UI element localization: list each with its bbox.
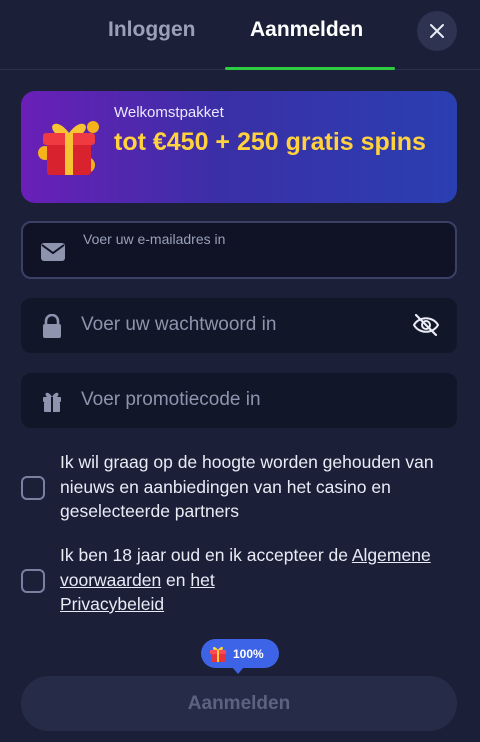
gift-icon (43, 392, 61, 412)
terms-and: en (161, 569, 191, 590)
active-tab-indicator (225, 67, 395, 70)
terms-prefix: Ik ben 18 jaar oud en ik accepteer de (60, 545, 352, 565)
progress-badge: 100% (201, 639, 279, 674)
gift-box-icon (38, 121, 99, 175)
envelope-icon (41, 243, 65, 261)
password-placeholder: Voer uw wachtwoord in (81, 314, 277, 335)
welcome-bonus-banner: Welkomstpakket tot €450 + 250 gratis spi… (21, 91, 457, 203)
privacy-link-part2: Privacybeleid (60, 594, 165, 614)
privacy-link-part1: het (190, 569, 215, 590)
progress-value: 100% (233, 646, 264, 661)
register-submit-button[interactable]: Aanmelden (21, 676, 457, 731)
tab-login[interactable]: Inloggen (108, 18, 196, 42)
close-icon (430, 24, 444, 38)
tab-register[interactable]: Aanmelden (250, 18, 363, 42)
terms-checkbox[interactable] (21, 569, 45, 593)
email-field[interactable]: Voer uw e-mailadres in (21, 221, 457, 279)
promo-placeholder: Voer promotiecode in (81, 389, 261, 410)
banner-offer: tot €450 + 250 gratis spins (114, 128, 426, 156)
newsletter-checkbox[interactable] (21, 476, 45, 500)
auth-header: Inloggen Aanmelden (0, 0, 480, 70)
eye-off-icon[interactable] (411, 310, 441, 340)
email-label: Voer uw e-mailadres in (83, 231, 226, 247)
promo-code-field[interactable]: Voer promotiecode in (21, 373, 457, 428)
terms-text: Ik ben 18 jaar oud en ik accepteer de Al… (60, 543, 470, 617)
password-field[interactable]: Voer uw wachtwoord in (21, 298, 457, 353)
gift-icon (210, 646, 226, 662)
close-button[interactable] (417, 11, 457, 51)
banner-subtitle: Welkomstpakket (114, 104, 224, 121)
lock-icon (43, 314, 61, 338)
newsletter-text: Ik wil graag op de hoogte worden gehoude… (60, 452, 434, 521)
